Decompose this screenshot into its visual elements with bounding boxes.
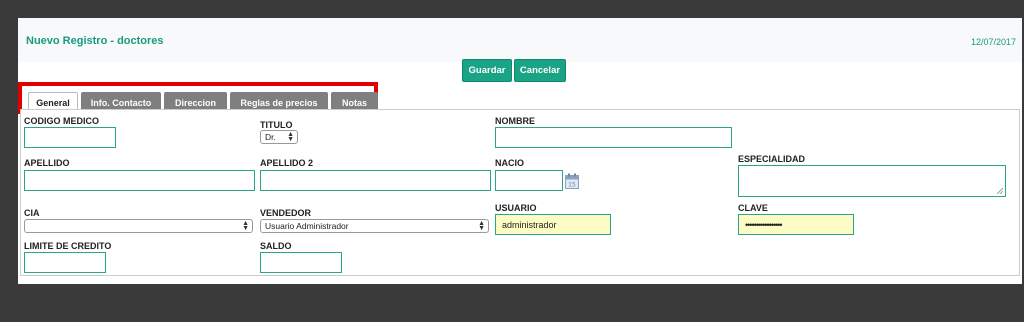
general-form: CODIGO MEDICO TITULO Dr. ▲ ▼ NOMBRE APELL… <box>20 109 1020 276</box>
cia-label: CIA <box>24 208 40 218</box>
page-title: Nuevo Registro - doctores <box>26 35 164 47</box>
panel-header: Nuevo Registro - doctores 12/07/2017 <box>18 18 1022 62</box>
select-arrows-icon: ▲ ▼ <box>287 131 294 143</box>
codigo-medico-field[interactable] <box>24 127 116 148</box>
select-arrows-icon: ▲ ▼ <box>242 220 249 232</box>
svg-text:15: 15 <box>568 182 576 189</box>
resize-grip-icon[interactable] <box>996 187 1003 194</box>
nacio-label: NACIO <box>495 158 524 168</box>
nacio-field[interactable] <box>495 170 563 191</box>
saldo-field[interactable] <box>260 252 342 273</box>
nombre-label: NOMBRE <box>495 116 535 126</box>
codigo-medico-label: CODIGO MEDICO <box>24 116 100 126</box>
apellido2-label: APELLIDO 2 <box>260 158 314 168</box>
cia-select[interactable]: ▲ ▼ <box>24 219 253 233</box>
form-panel: Nuevo Registro - doctores 12/07/2017 Gua… <box>18 18 1022 284</box>
usuario-label: USUARIO <box>495 203 537 213</box>
calendar-icon[interactable]: 15 <box>565 173 579 189</box>
vendedor-select-value: Usuario Administrador <box>265 221 349 231</box>
clave-label: CLAVE <box>738 203 768 213</box>
nombre-field[interactable] <box>495 127 732 148</box>
clave-password-field[interactable]: ••••••••••••••••• <box>738 214 854 235</box>
limite-credito-field[interactable] <box>24 252 106 273</box>
saldo-label: SALDO <box>260 241 292 251</box>
titulo-select[interactable]: Dr. ▲ ▼ <box>260 130 298 144</box>
vendedor-select[interactable]: Usuario Administrador ▲ ▼ <box>260 219 489 233</box>
titulo-select-value: Dr. <box>265 132 276 142</box>
usuario-field[interactable]: administrador <box>495 214 611 235</box>
vendedor-label: VENDEDOR <box>260 208 312 218</box>
limite-credito-label: LIMITE DE CREDITO <box>24 241 112 251</box>
cancel-button[interactable]: Cancelar <box>514 59 566 82</box>
apellido-label: APELLIDO <box>24 158 70 168</box>
especialidad-textarea[interactable] <box>738 165 1006 197</box>
save-button[interactable]: Guardar <box>462 59 512 82</box>
especialidad-label: ESPECIALIDAD <box>738 154 806 164</box>
date-label: 12/07/2017 <box>970 37 1016 47</box>
apellido-field[interactable] <box>24 170 255 191</box>
titulo-label: TITULO <box>260 120 293 130</box>
select-arrows-icon: ▲ ▼ <box>478 220 485 232</box>
apellido2-field[interactable] <box>260 170 491 191</box>
